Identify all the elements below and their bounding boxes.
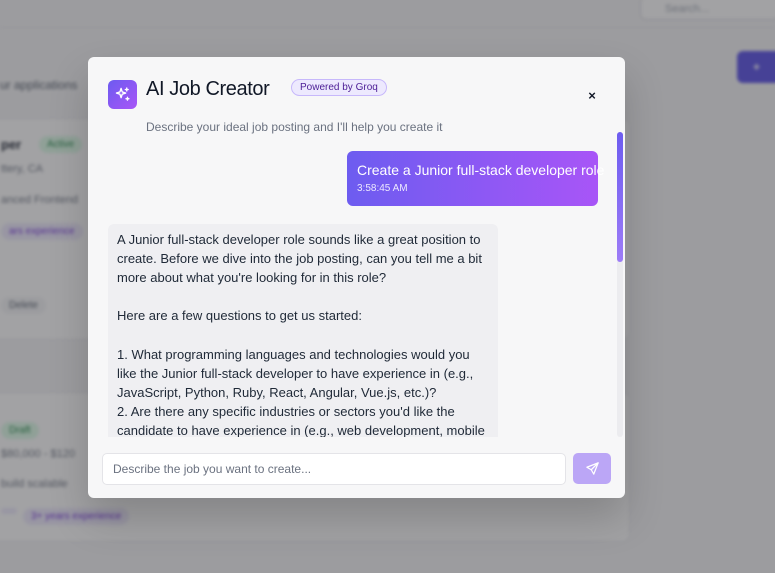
ai-job-creator-modal: AI Job Creator Powered by Groq Describe … <box>88 57 625 498</box>
assistant-message-text: A Junior full-stack developer role sound… <box>117 232 485 437</box>
send-button[interactable] <box>573 453 611 484</box>
chat-scrollbar-thumb[interactable] <box>617 132 623 262</box>
chat-messages[interactable]: Create a Junior full-stack developer rol… <box>102 132 624 437</box>
user-message-text: Create a Junior full-stack developer rol… <box>357 162 605 178</box>
user-message-time: 3:58:45 AM <box>357 183 408 194</box>
chat-scrollbar[interactable] <box>617 132 623 437</box>
send-icon <box>585 461 600 476</box>
modal-header: AI Job Creator Powered by Groq Describe … <box>108 78 605 134</box>
job-description-input[interactable] <box>102 453 566 485</box>
sparkles-icon <box>108 80 137 109</box>
assistant-message: A Junior full-stack developer role sound… <box>108 224 498 437</box>
user-message: Create a Junior full-stack developer rol… <box>347 151 605 206</box>
powered-by-badge: Powered by Groq <box>291 79 387 96</box>
modal-title: AI Job Creator <box>146 78 270 100</box>
close-icon[interactable]: × <box>586 89 598 102</box>
